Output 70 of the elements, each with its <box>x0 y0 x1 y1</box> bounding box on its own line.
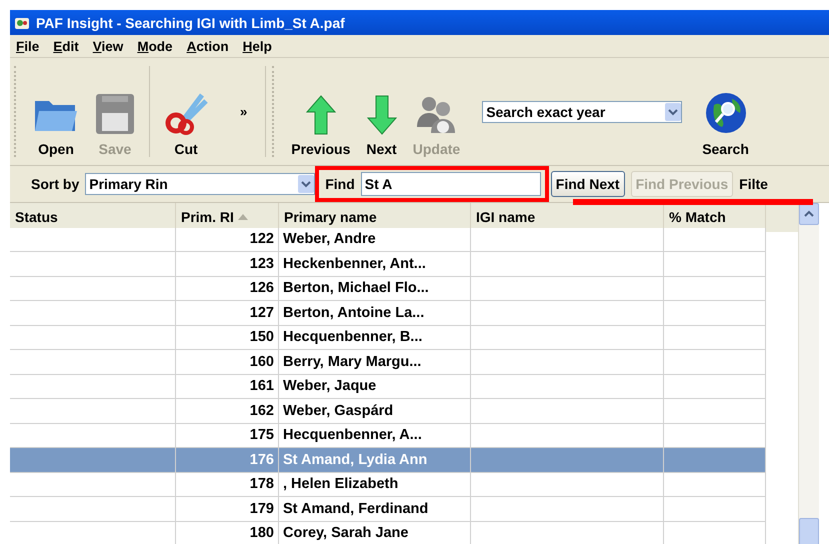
table-cell: St Amand, Ferdinand <box>279 497 471 522</box>
table-cell: Weber, Andre <box>279 228 471 252</box>
scroll-thumb[interactable] <box>799 518 819 544</box>
menu-item[interactable]: File <box>16 38 40 54</box>
table-cell: Berton, Antoine La... <box>279 301 471 326</box>
table-cell: Hecquenbenner, A... <box>279 424 471 448</box>
menu-item[interactable]: Mode <box>137 38 173 54</box>
dropdown-caret-icon[interactable] <box>298 175 314 193</box>
table-cell: 176 <box>176 448 279 472</box>
table-cell: Weber, Gaspárd <box>279 399 471 424</box>
table-cell: Corey, Sarah Jane <box>279 522 471 544</box>
table-row-status[interactable] <box>10 350 176 374</box>
table-row-status[interactable] <box>10 472 176 497</box>
sort-ascending-icon <box>238 214 248 220</box>
table-row-status[interactable] <box>10 448 176 472</box>
search-button[interactable]: Search <box>694 62 757 161</box>
table-row-status[interactable] <box>10 424 176 448</box>
window-title: PAF Insight - Searching IGI with Limb_St A.paf <box>36 14 345 30</box>
table-cell: 175 <box>176 424 279 448</box>
search-mode-dropdown[interactable]: Search exact year <box>482 100 682 122</box>
menu-item[interactable]: Help <box>242 38 272 54</box>
table-cell: 150 <box>176 326 279 350</box>
cut-button[interactable]: Cut <box>156 62 216 161</box>
dropdown-caret-icon[interactable] <box>665 102 682 120</box>
down-arrow-icon <box>366 95 397 135</box>
globe-search-icon <box>704 91 748 135</box>
scroll-bar[interactable] <box>798 203 819 544</box>
scissors-icon <box>164 93 208 135</box>
table-cell: 178 <box>176 472 279 497</box>
sort-dropdown[interactable]: Primary Rin <box>85 173 316 195</box>
sort-label: Sort by <box>31 176 80 192</box>
table-cell: Heckenbenner, Ant... <box>279 252 471 276</box>
table-cell: , Helen Elizabeth <box>279 472 471 497</box>
previous-button[interactable]: Previous <box>283 62 358 161</box>
table-cell: 123 <box>176 252 279 276</box>
menu-item[interactable]: Action <box>186 38 229 54</box>
table-cell: Weber, Jaque <box>279 374 471 399</box>
table-row-status[interactable] <box>10 301 176 326</box>
header-filler <box>766 203 798 232</box>
next-button[interactable]: Next <box>358 62 405 161</box>
table-cell: St Amand, Lydia Ann <box>279 448 471 472</box>
table-cell: 162 <box>176 399 279 424</box>
table-row-status[interactable] <box>10 497 176 522</box>
table-cell: 179 <box>176 497 279 522</box>
find-button[interactable]: Find Next <box>550 171 625 197</box>
table-row-status[interactable] <box>10 252 176 276</box>
table-row-status[interactable] <box>10 326 176 350</box>
table-cell: 126 <box>176 276 279 301</box>
table-row-status[interactable] <box>10 374 176 399</box>
find-label: Find <box>325 176 355 192</box>
menu-item[interactable]: Edit <box>53 38 79 54</box>
table-row-status[interactable] <box>10 228 176 252</box>
up-arrow-icon <box>306 95 336 135</box>
toolbar-overflow[interactable]: » <box>240 104 248 119</box>
table-cell: 127 <box>176 301 279 326</box>
table-cell: 160 <box>176 350 279 374</box>
find-field[interactable]: St A <box>360 172 541 196</box>
table-row-status[interactable] <box>10 276 176 301</box>
menu-item[interactable]: View <box>92 38 124 54</box>
table-row-status[interactable] <box>10 522 176 544</box>
table-cell: Berton, Michael Flo... <box>279 276 471 301</box>
table-cell: Berry, Mary Margu... <box>279 350 471 374</box>
table-cell: 122 <box>176 228 279 252</box>
table-cell: 161 <box>176 374 279 399</box>
table-cell: Hecquenbenner, B... <box>279 326 471 350</box>
filter-label: Filte <box>739 176 768 192</box>
table-row-status[interactable] <box>10 399 176 424</box>
table-cell: 180 <box>176 522 279 544</box>
people-icon <box>415 95 458 135</box>
open-button[interactable]: Open <box>25 62 87 161</box>
